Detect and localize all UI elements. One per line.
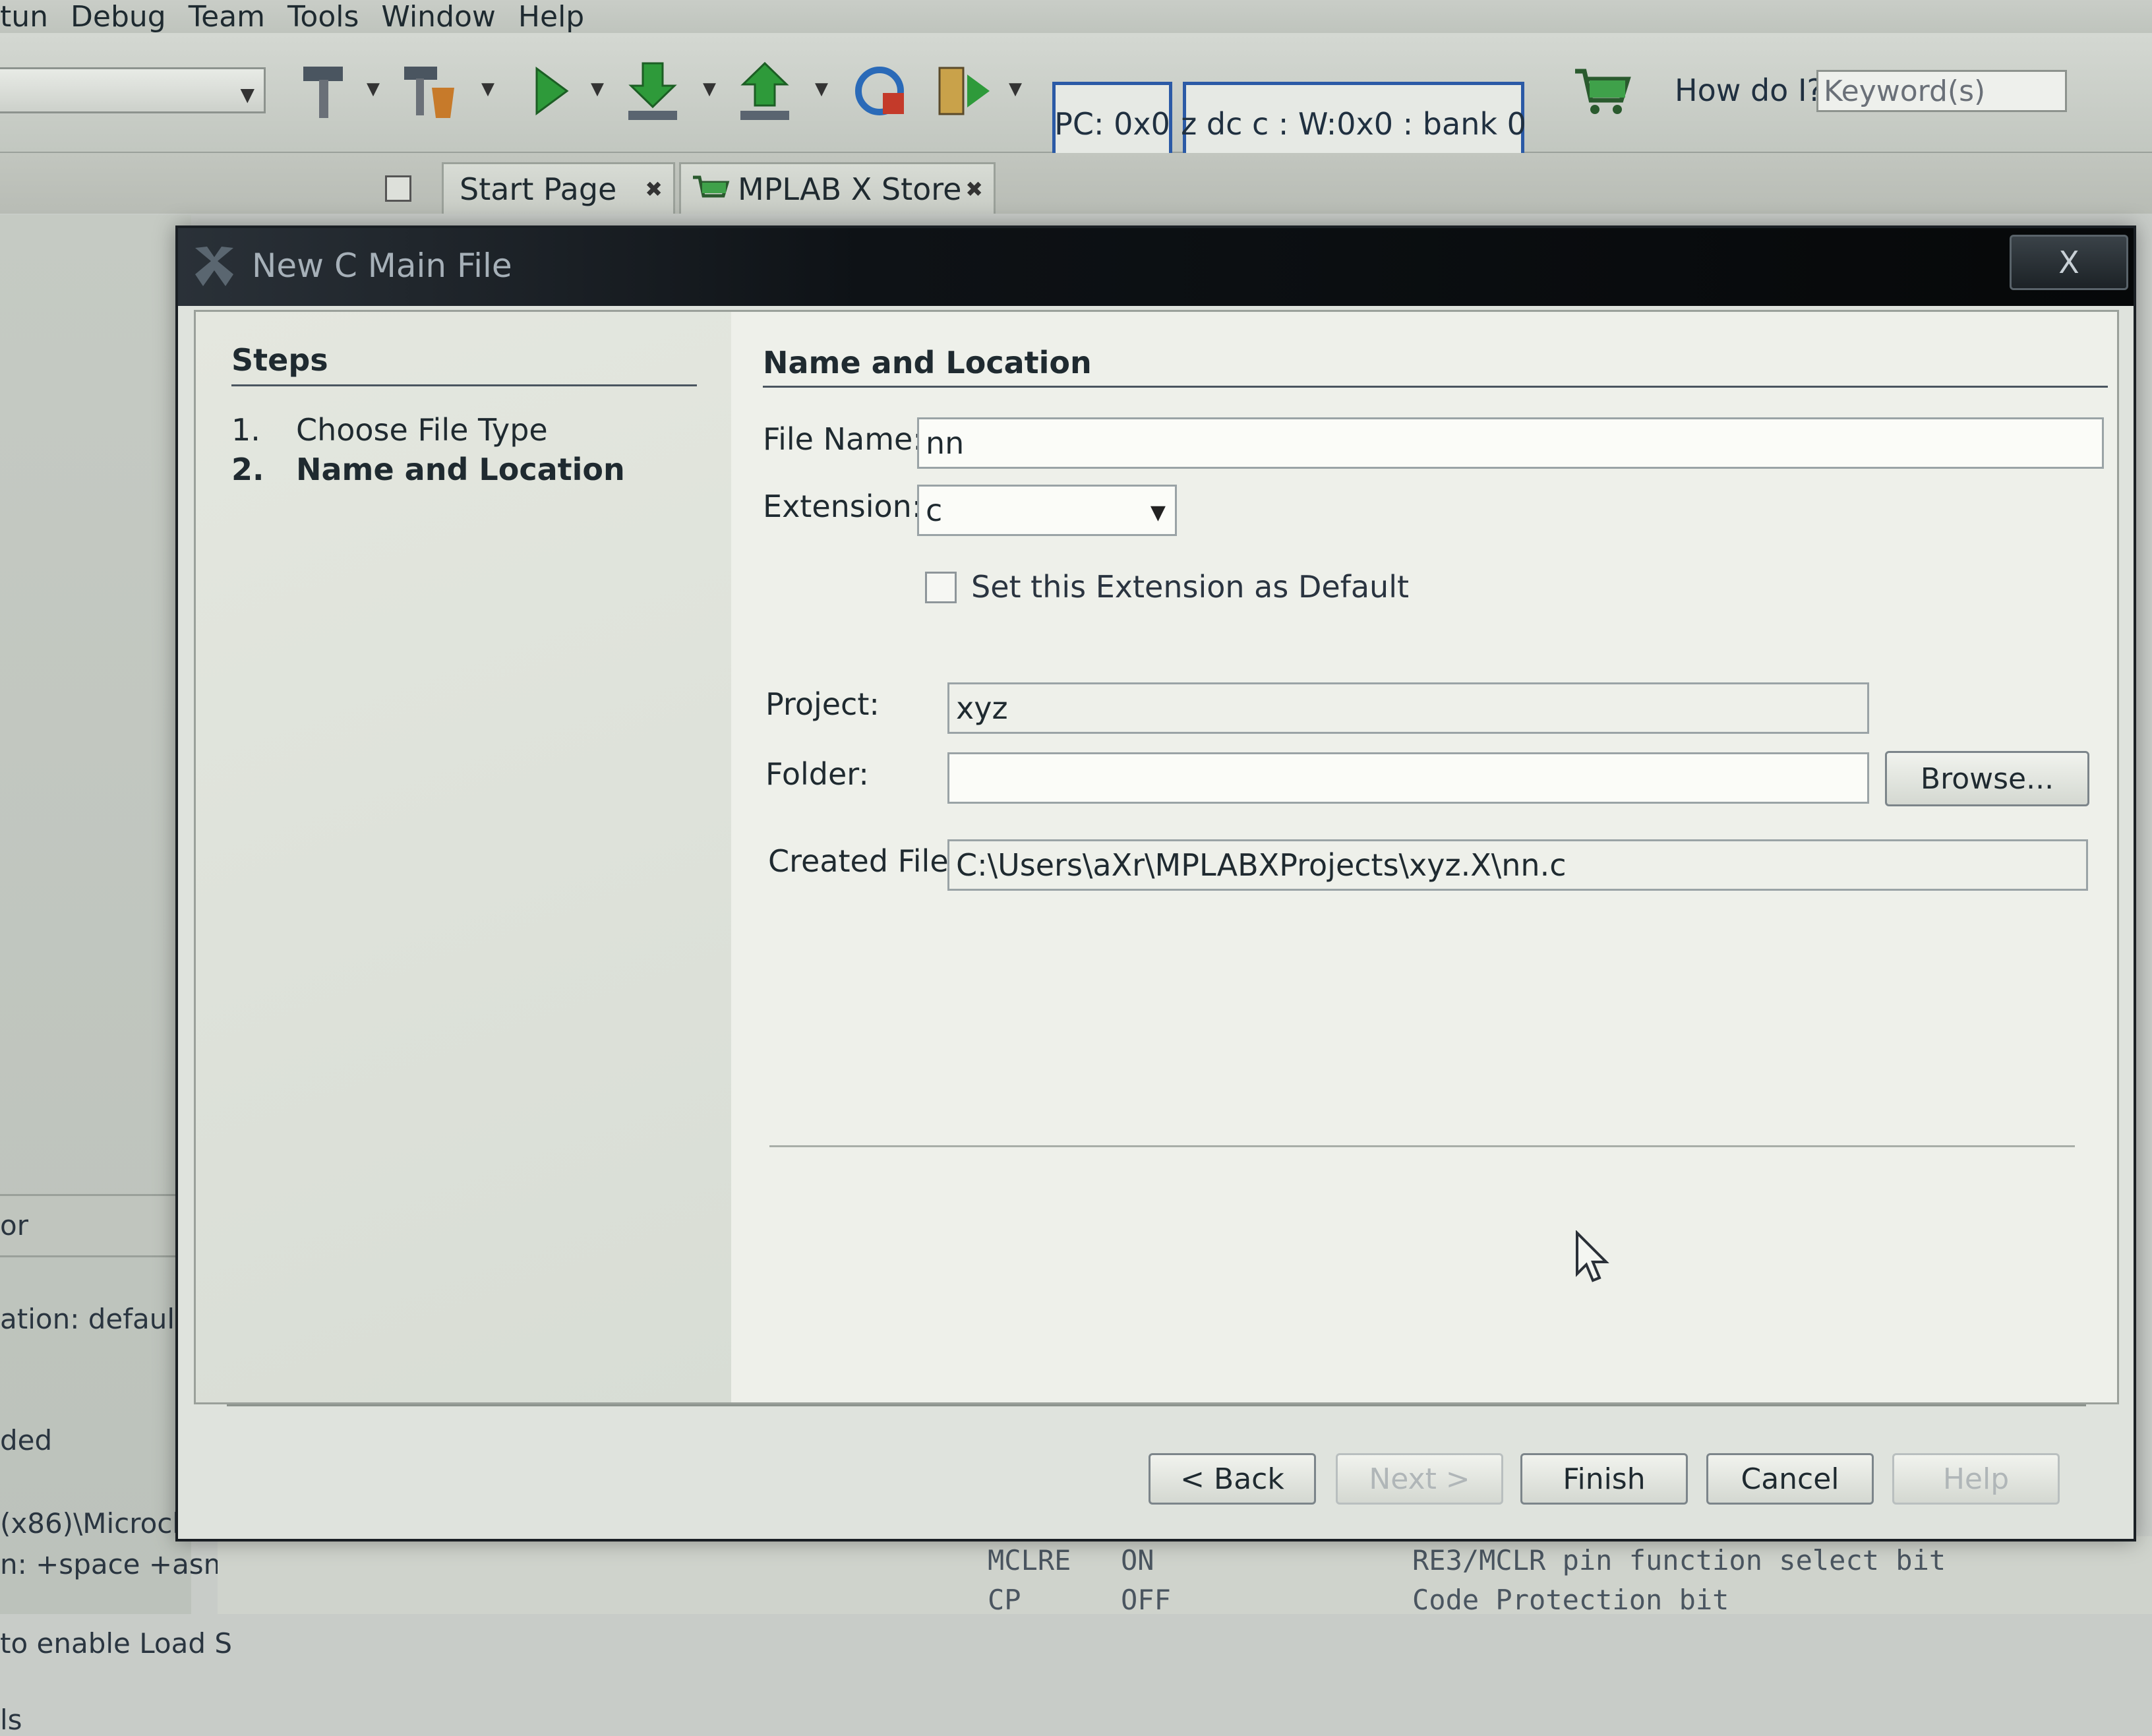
chevron-down-icon[interactable]: ▼ — [591, 79, 604, 99]
config-value: OFF — [1121, 1584, 1171, 1616]
reset-icon[interactable] — [847, 59, 912, 123]
dialog-title: New C Main File — [252, 247, 512, 285]
output-line: to enable Load S — [0, 1627, 232, 1660]
close-button[interactable]: X — [2010, 235, 2128, 290]
back-button[interactable]: < Back — [1149, 1453, 1316, 1505]
editor-tab-strip — [0, 153, 2152, 214]
step-choose-file-type: 1. Choose File Type — [231, 412, 548, 448]
hold-in-reset-icon[interactable] — [931, 59, 997, 123]
minimize-icon[interactable] — [385, 175, 411, 202]
extension-value: c — [926, 493, 943, 528]
main-toolbar: ▼ ▼ ▼ ▼ ▼ ▼ ▼ PC: 0x0 z dc c : W:0x0 : b… — [0, 33, 2152, 166]
config-bits-table: MCLRE ON RE3/MCLR pin function select bi… — [218, 1536, 2152, 1616]
extension-select[interactable]: c ▼ — [917, 485, 1177, 536]
tab-label: Start Page — [460, 171, 617, 207]
tab-start-page[interactable]: Start Page ✖ — [442, 162, 675, 214]
dialog-titlebar[interactable]: New C Main File X — [178, 228, 2134, 306]
folder-input[interactable] — [947, 752, 1869, 804]
tab-label: MPLAB X Store — [738, 171, 962, 207]
read-device-icon[interactable] — [732, 59, 798, 123]
left-output-pane: or ation: default ded (x86)\Microchip\ n… — [0, 215, 232, 1736]
config-desc: RE3/MCLR pin function select bit — [1412, 1544, 1946, 1576]
chevron-down-icon[interactable]: ▼ — [703, 79, 716, 99]
pane-header: or — [0, 1194, 191, 1257]
clean-build-icon[interactable] — [396, 59, 462, 123]
step-number: 1. — [231, 412, 260, 448]
config-value: ON — [1121, 1544, 1154, 1576]
chevron-down-icon: ▼ — [1150, 501, 1166, 524]
output-line: ation: default — [0, 1303, 186, 1335]
chevron-down-icon[interactable]: ▼ — [815, 79, 828, 99]
how-do-i-label: How do I? — [1675, 73, 1823, 108]
created-file-field: C:\Users\aXr\MPLABXProjects\xyz.X\nn.c — [947, 839, 2088, 891]
step-label: Name and Location — [296, 452, 625, 487]
default-extension-checkbox[interactable] — [925, 572, 957, 603]
next-button[interactable]: Next > — [1336, 1453, 1503, 1505]
project-label: Project: — [765, 686, 880, 722]
pane-header-label: or — [0, 1209, 28, 1242]
mplab-logo-icon — [195, 247, 233, 286]
cancel-button[interactable]: Cancel — [1706, 1453, 1874, 1505]
cart-icon[interactable] — [1569, 59, 1635, 123]
close-icon[interactable]: ✖ — [965, 177, 983, 202]
finish-button[interactable]: Finish — [1520, 1453, 1688, 1505]
program-device-icon[interactable] — [620, 59, 686, 123]
output-line: ded — [0, 1424, 53, 1456]
step-number: 2. — [231, 452, 264, 487]
project-config-combo[interactable]: ▼ — [0, 67, 266, 113]
menu-help[interactable]: Help — [518, 0, 584, 34]
divider — [227, 1404, 2086, 1406]
cart-icon — [693, 175, 730, 198]
step-label: Choose File Type — [296, 412, 548, 448]
divider — [231, 384, 697, 386]
menu-run[interactable]: tun — [0, 0, 48, 34]
step-name-and-location: 2. Name and Location — [231, 452, 625, 487]
file-name-label: File Name: — [763, 421, 923, 457]
menu-tools[interactable]: Tools — [287, 0, 359, 34]
default-extension-label[interactable]: Set this Extension as Default — [971, 569, 1409, 605]
output-line: ls — [0, 1704, 22, 1736]
steps-title: Steps — [231, 342, 328, 378]
menu-bar: tun Debug Team Tools Window Help — [0, 0, 2152, 34]
dialog-content: Steps 1. Choose File Type 2. Name and Loca… — [194, 310, 2119, 1404]
extension-label: Extension: — [763, 489, 922, 524]
output-line: n: +space +asm — [0, 1548, 231, 1580]
search-input[interactable]: Keyword(s) — [1816, 70, 2067, 112]
menu-debug[interactable]: Debug — [71, 0, 166, 34]
close-icon[interactable]: ✖ — [645, 177, 663, 202]
menu-team[interactable]: Team — [189, 0, 265, 34]
folder-label: Folder: — [765, 756, 869, 792]
divider — [763, 386, 2108, 388]
tab-mplab-x-store[interactable]: MPLAB X Store ✖ — [679, 162, 996, 214]
browse-button[interactable]: Browse... — [1885, 751, 2089, 806]
chevron-down-icon: ▼ — [240, 84, 254, 105]
section-title: Name and Location — [763, 345, 1092, 380]
chevron-down-icon[interactable]: ▼ — [481, 79, 494, 99]
run-play-icon[interactable] — [518, 59, 584, 123]
chevron-down-icon[interactable]: ▼ — [1009, 79, 1022, 99]
file-name-input[interactable]: nn — [917, 417, 2104, 469]
steps-panel: Steps 1. Choose File Type 2. Name and Loca… — [196, 312, 731, 1402]
divider — [769, 1145, 2075, 1147]
created-file-label: Created File: — [768, 843, 959, 879]
config-name: MCLRE — [988, 1544, 1071, 1576]
new-file-dialog: New C Main File X Steps 1. Choose File Ty… — [175, 225, 2136, 1541]
project-field: xyz — [947, 682, 1869, 734]
menu-window[interactable]: Window — [381, 0, 496, 34]
help-button[interactable]: Help — [1892, 1453, 2060, 1505]
chevron-down-icon[interactable]: ▼ — [367, 79, 380, 99]
mouse-cursor-icon — [1576, 1230, 1609, 1282]
build-hammer-icon[interactable] — [290, 59, 356, 123]
config-desc: Code Protection bit — [1412, 1584, 1729, 1616]
config-name: CP — [988, 1584, 1021, 1616]
